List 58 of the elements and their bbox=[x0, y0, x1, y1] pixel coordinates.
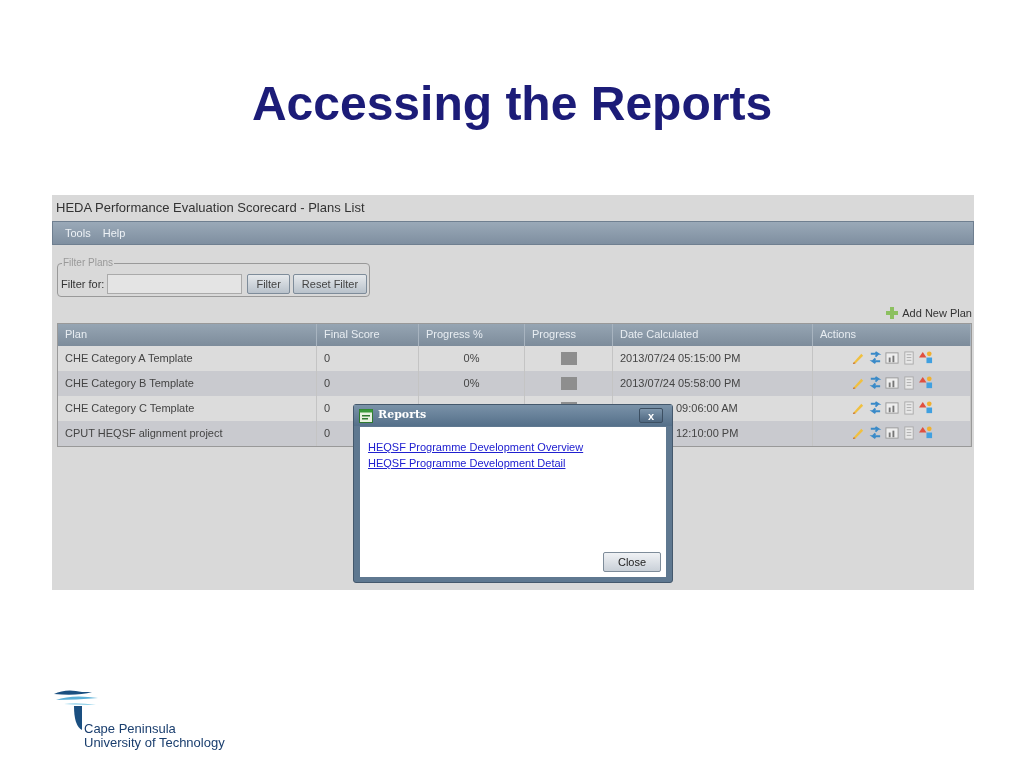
table-cell-text: CHE Category C Template bbox=[65, 400, 195, 416]
logo-text: Cape Peninsula bbox=[84, 722, 177, 736]
shapes-icon[interactable] bbox=[918, 376, 933, 390]
chart-icon[interactable] bbox=[884, 351, 899, 365]
report-link[interactable]: HEQSF Programme Development Detail bbox=[368, 455, 566, 471]
close-button[interactable]: x bbox=[639, 408, 663, 423]
menu-item[interactable]: Tools bbox=[63, 224, 93, 242]
table-cell-text: 0 bbox=[324, 425, 331, 441]
table-cell-text: CHE Category B Template bbox=[65, 375, 194, 391]
document-icon[interactable] bbox=[901, 376, 916, 390]
column-header[interactable]: Plan bbox=[58, 323, 317, 346]
shapes-icon[interactable] bbox=[918, 401, 933, 415]
column-header[interactable]: Progress % bbox=[419, 323, 525, 346]
table-cell-text: 2013/07/24 05:58:00 PM bbox=[620, 375, 741, 391]
table-cell-text: 0% bbox=[463, 375, 480, 391]
document-icon[interactable] bbox=[901, 351, 916, 365]
refresh-arrows-icon[interactable] bbox=[867, 401, 882, 415]
table-cell-text: CHE Category A Template bbox=[65, 350, 193, 366]
column-header[interactable]: Actions bbox=[813, 323, 971, 346]
dialog-title: Reports bbox=[378, 407, 427, 424]
table-cell-text: 0 bbox=[324, 350, 331, 366]
column-header[interactable]: Date Calculated bbox=[613, 323, 813, 346]
logo-text: University of Technology bbox=[84, 736, 225, 750]
slide-title: Accessing the Reports bbox=[250, 76, 774, 132]
shapes-icon[interactable] bbox=[918, 351, 933, 365]
table-cell-text: 12:10:00 PM bbox=[676, 425, 739, 441]
report-icon bbox=[359, 408, 373, 423]
window-title: HEDA Performance Evaluation Scorecard - Plans List bbox=[56, 199, 365, 218]
filter-button[interactable]: Filter bbox=[247, 274, 290, 294]
document-icon[interactable] bbox=[901, 426, 916, 440]
table-cell-text: 0% bbox=[463, 350, 480, 366]
pencil-icon[interactable] bbox=[850, 401, 865, 415]
pencil-icon[interactable] bbox=[850, 351, 865, 365]
table-cell-text: 0 bbox=[324, 400, 331, 416]
column-header[interactable]: Final Score bbox=[317, 323, 419, 346]
refresh-arrows-icon[interactable] bbox=[867, 376, 882, 390]
refresh-arrows-icon[interactable] bbox=[867, 426, 882, 440]
pencil-icon[interactable] bbox=[850, 376, 865, 390]
table-cell-text: 2013/07/24 05:15:00 PM bbox=[620, 350, 741, 366]
table-cell-text: 0 bbox=[324, 375, 331, 391]
filter-label: Filter for: bbox=[61, 276, 105, 292]
document-icon[interactable] bbox=[901, 401, 916, 415]
filter-input[interactable] bbox=[107, 274, 243, 294]
close-button[interactable]: Close bbox=[603, 552, 661, 572]
pencil-icon[interactable] bbox=[850, 426, 865, 440]
reset-filter-button[interactable]: Reset Filter bbox=[292, 274, 368, 294]
chart-icon[interactable] bbox=[884, 426, 899, 440]
table-cell-text: 09:06:00 AM bbox=[676, 400, 738, 416]
refresh-arrows-icon[interactable] bbox=[867, 351, 882, 365]
menu-item[interactable]: Help bbox=[100, 224, 128, 242]
chart-icon[interactable] bbox=[884, 401, 899, 415]
shapes-icon[interactable] bbox=[918, 426, 933, 440]
report-link[interactable]: HEQSF Programme Development Overview bbox=[368, 439, 584, 455]
add-new-plan-link[interactable]: Add New Plan bbox=[902, 305, 972, 322]
chart-icon[interactable] bbox=[884, 376, 899, 390]
table-cell-text: CPUT HEQSF alignment project bbox=[65, 425, 223, 441]
plus-icon[interactable] bbox=[886, 307, 899, 320]
column-header[interactable]: Progress bbox=[525, 323, 613, 346]
